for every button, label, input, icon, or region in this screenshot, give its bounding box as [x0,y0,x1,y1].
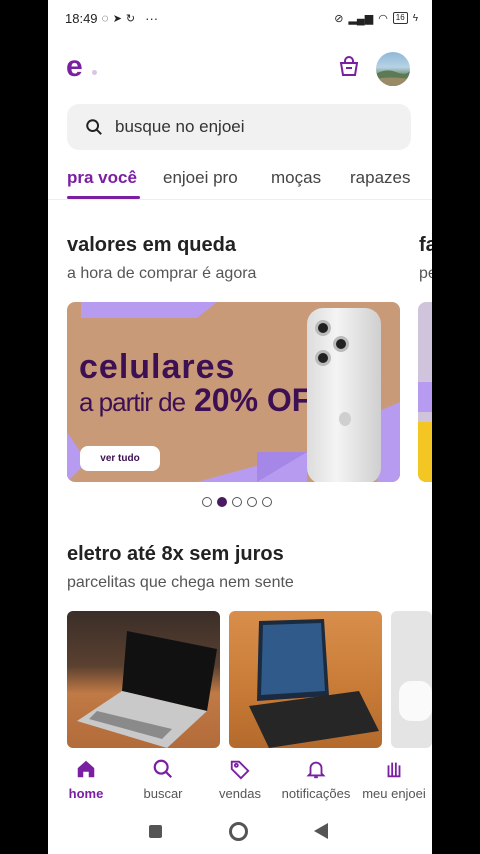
banner-offer: a partir de 20% OFF [79,382,331,419]
carousel-dot[interactable] [247,497,257,507]
nav-notificacoes-label: notificações [281,786,351,801]
tab-pra-voce[interactable]: pra você [67,168,137,188]
carousel-dot[interactable] [202,497,212,507]
status-overflow: ··· [145,10,159,26]
profile-hand-icon [387,762,401,778]
nav-home[interactable]: home [48,758,124,801]
recent-apps-button[interactable] [149,825,162,838]
sync-icon: ↻ [125,12,136,25]
iphone-image [307,308,381,482]
tab-rapazes[interactable]: rapazes [350,168,410,188]
bell-icon [306,761,326,779]
nav-buscar-label: buscar [143,786,183,801]
next-banner-peek[interactable] [418,302,432,482]
ver-tudo-button[interactable]: ver tudo [80,446,160,471]
search-icon [153,759,173,779]
enjoei-logo[interactable]: e [66,50,83,84]
product-card-tablet[interactable] [229,611,382,748]
nav-home-label: home [68,786,104,801]
search-icon [86,119,102,135]
telegram-icon: ➤ [112,12,122,25]
nav-buscar[interactable]: buscar [125,758,201,801]
category-tabs: pra você enjoei pro moças rapazes [48,160,432,200]
status-bar: 18:49 ◌ ➤ ↻ ··· ⊘ ▂▄▆ ◠ 16 ϟ [48,0,432,36]
section-title: valores em queda [67,234,236,256]
carousel-dot-active[interactable] [217,497,227,507]
back-button[interactable] [314,823,328,839]
nav-meu-enjoei[interactable]: meu enjoei [356,758,432,801]
wifi-icon: ◠ [378,12,388,25]
whatsapp-icon: ◌ [101,11,109,25]
tab-mocas[interactable]: moças [271,168,321,188]
app-header: e [48,48,432,88]
banner-offer-prefix: a partir de [79,387,186,417]
nav-vendas-label: vendas [219,786,261,801]
apple-logo-icon [339,412,351,426]
battery-icon: 16 [392,12,408,24]
bottom-navigation: home buscar vendas notificações meu enjo… [48,756,432,812]
avatar[interactable] [376,52,410,86]
camera-lens [315,320,331,336]
laptop-image [77,631,217,748]
tablet-image [249,619,379,748]
nav-vendas[interactable]: vendas [202,758,278,801]
tab-enjoei-pro[interactable]: enjoei pro [163,168,238,188]
camera-lens [333,336,349,352]
search-input[interactable]: busque no enjoei [67,104,411,150]
home-button[interactable] [229,822,248,841]
system-navigation-bar [48,812,432,854]
avatar-photo [376,70,410,86]
section-subtitle: a hora de comprar é agora [67,265,257,282]
logo-dot [92,70,97,75]
tag-icon [230,760,250,780]
next-section-subtitle: pe [419,265,432,282]
shopping-bag-button[interactable] [337,55,361,79]
home-icon [77,760,95,778]
signal-icon: ▂▄▆ [348,12,374,25]
carousel-indicator [202,497,272,507]
section-title: eletro até 8x sem juros [67,543,284,565]
console-image [399,681,432,721]
product-card-laptop[interactable] [67,611,220,748]
carousel-dot[interactable] [232,497,242,507]
shopping-bag-icon [339,56,359,76]
product-card-console[interactable] [391,611,432,748]
status-time: 18:49 [65,10,98,26]
nav-notificacoes[interactable]: notificações [278,758,354,801]
camera-lens [315,350,331,366]
search-placeholder: busque no enjoei [115,117,245,136]
promo-banner[interactable]: celulares a partir de 20% OFF ver tudo [67,302,400,482]
tabs-divider [48,199,432,200]
mute-icon: ⊘ [334,12,344,25]
charging-icon: ϟ [412,12,418,24]
nav-meu-enjoei-label: meu enjoei [362,786,426,801]
next-section-title: fa [419,234,432,256]
section-subtitle: parcelitas que chega nem sente [67,574,294,591]
app-screen: 18:49 ◌ ➤ ↻ ··· ⊘ ▂▄▆ ◠ 16 ϟ e busque no… [48,0,432,854]
carousel-dot[interactable] [262,497,272,507]
